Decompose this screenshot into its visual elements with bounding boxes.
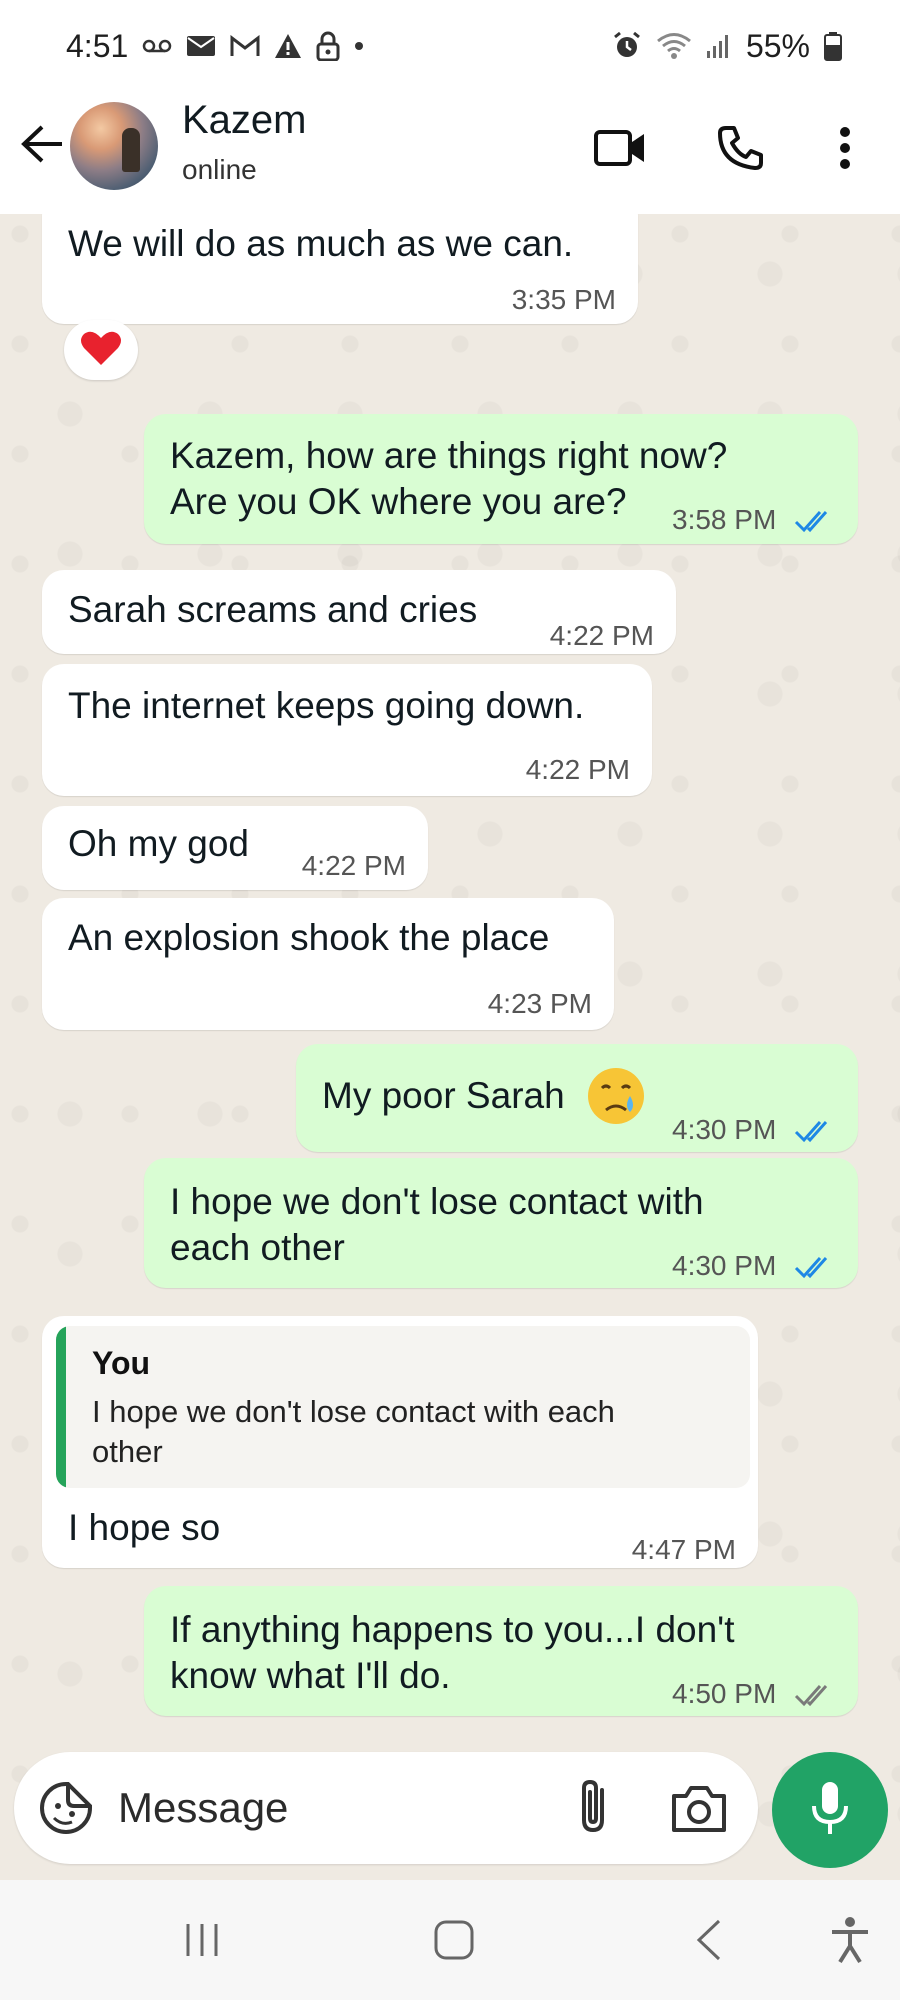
message-incoming-reply[interactable]: You I hope we don't lose contact with ea… (42, 1316, 758, 1568)
chat-area[interactable]: We will do as much as we can. 3:35 PM Ka… (0, 214, 900, 1874)
lock-icon (316, 31, 340, 61)
message-text: The internet keeps going down. (68, 685, 585, 726)
quoted-message[interactable]: You I hope we don't lose contact with ea… (56, 1326, 750, 1488)
status-time: 4:51 (66, 27, 129, 64)
message-incoming[interactable]: An explosion shook the place 4:23 PM (42, 898, 614, 1030)
status-left: 4:51 (66, 28, 364, 65)
quote-bar (56, 1326, 66, 1488)
battery-icon (824, 31, 842, 61)
microphone-icon (810, 1780, 850, 1841)
message-incoming[interactable]: Sarah screams and cries 4:22 PM (42, 570, 676, 654)
message-time: 4:50 PM (672, 1678, 777, 1709)
read-receipt-icon (794, 1244, 836, 1291)
message-text: Oh my god (68, 823, 249, 864)
system-nav-bar (0, 1880, 900, 2000)
message-text: I hope so (68, 1507, 221, 1548)
message-outgoing[interactable]: Kazem, how are things right now? Are you… (144, 414, 858, 544)
quote-author: You (92, 1345, 151, 1381)
alarm-icon (612, 31, 642, 61)
notification-dot-icon (354, 41, 364, 51)
battery-percent: 55% (745, 27, 810, 64)
message-time: 4:22 PM (301, 850, 406, 881)
message-incoming[interactable]: We will do as much as we can. 3:35 PM (42, 214, 638, 324)
phone-call-icon[interactable] (710, 118, 770, 178)
voicemail-icon (142, 36, 172, 56)
message-time: 4:47 PM (631, 1534, 736, 1565)
wifi-icon (656, 32, 692, 60)
read-receipt-icon (794, 498, 836, 545)
composer (14, 1752, 758, 1864)
message-time: 4:30 PM (672, 1250, 777, 1281)
message-text-line: each other (170, 1227, 345, 1268)
message-text-line: Kazem, how are things right now? (170, 435, 728, 476)
message-outgoing[interactable]: I hope we don't lose contact with each o… (144, 1158, 858, 1288)
message-time: 3:58 PM (672, 504, 777, 535)
crying-face-icon (586, 1066, 646, 1137)
status-bar: 4:51 55% (0, 0, 900, 92)
accessibility-icon[interactable] (820, 1910, 880, 1970)
quote-text: I hope we don't lose contact with each o… (92, 1392, 722, 1472)
quote-text-line: I hope we don't lose contact with each (92, 1394, 615, 1429)
contact-status: online (182, 154, 257, 185)
chat-header: Kazem online (0, 92, 900, 214)
message-time: 4:22 PM (549, 620, 654, 651)
message-input[interactable] (118, 1778, 538, 1838)
microphone-button[interactable] (772, 1752, 888, 1868)
message-incoming[interactable]: Oh my god 4:22 PM (42, 806, 428, 890)
message-text-line: If anything happens to you...I don't (170, 1609, 735, 1650)
warning-icon (274, 33, 302, 59)
status-right: 55% (612, 28, 842, 65)
home-icon[interactable] (424, 1910, 484, 1970)
message-time: 3:35 PM (511, 284, 616, 315)
reaction-badge[interactable] (64, 320, 138, 380)
recent-apps-icon[interactable] (172, 1910, 232, 1970)
quote-text-line: other (92, 1434, 163, 1469)
more-options-icon[interactable] (815, 118, 875, 178)
back-arrow-icon[interactable] (14, 116, 70, 172)
message-time: 4:30 PM (672, 1114, 777, 1145)
message-outgoing[interactable]: If anything happens to you...I don't kno… (144, 1586, 858, 1716)
message-text: Sarah screams and cries (68, 589, 478, 630)
message-text: My poor Sarah (322, 1075, 565, 1116)
message-text: An explosion shook the place (68, 917, 550, 958)
message-text-line: I hope we don't lose contact with (170, 1181, 704, 1222)
sticker-icon[interactable] (36, 1778, 96, 1838)
email-icon (186, 35, 216, 57)
paperclip-icon[interactable] (562, 1776, 624, 1838)
video-call-icon[interactable] (590, 118, 650, 178)
message-time: 4:22 PM (525, 754, 630, 785)
message-text-line: Are you OK where you are? (170, 481, 627, 522)
back-nav-icon[interactable] (678, 1910, 738, 1970)
contact-avatar[interactable] (70, 102, 158, 190)
message-text-line: know what I'll do. (170, 1655, 451, 1696)
camera-icon[interactable] (668, 1778, 730, 1840)
signal-icon (706, 33, 732, 59)
red-heart-icon (80, 329, 122, 372)
message-time: 4:23 PM (487, 988, 592, 1019)
delivered-receipt-icon (794, 1672, 836, 1719)
gmail-icon (230, 35, 260, 57)
contact-name[interactable]: Kazem (182, 98, 307, 143)
message-text: We will do as much as we can. (68, 223, 574, 264)
message-incoming[interactable]: The internet keeps going down. 4:22 PM (42, 664, 652, 796)
message-outgoing[interactable]: My poor Sarah 4:30 PM (296, 1044, 858, 1152)
read-receipt-icon (794, 1108, 836, 1155)
